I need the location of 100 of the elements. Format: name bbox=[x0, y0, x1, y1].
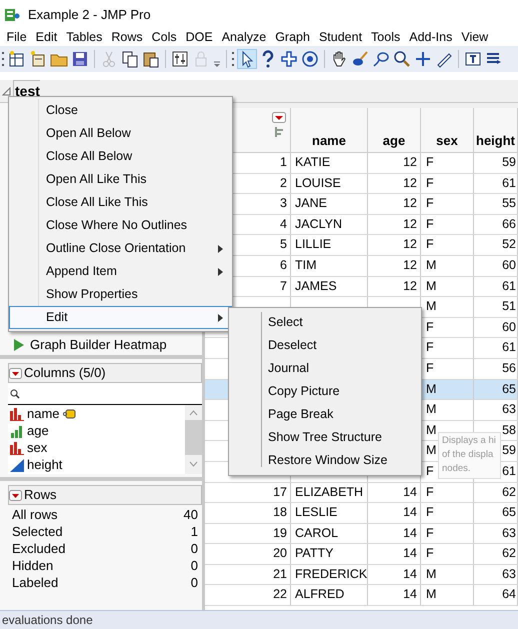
table-cell: 12 bbox=[403, 155, 417, 169]
table-cell: 12 bbox=[403, 196, 417, 210]
copy-icon[interactable] bbox=[121, 50, 139, 68]
menu-item[interactable]: Close bbox=[9, 99, 232, 122]
table-cell: 12 bbox=[403, 237, 417, 252]
row-number: 1 bbox=[280, 155, 287, 169]
menu-item[interactable]: Add-Ins bbox=[404, 29, 457, 46]
menu-item[interactable]: Tables bbox=[62, 29, 107, 46]
table-cell: 14 bbox=[403, 566, 417, 581]
table-cell: TIM bbox=[295, 258, 317, 272]
stat-label: Selected bbox=[12, 523, 63, 539]
column-name[interactable]: sex bbox=[27, 438, 48, 458]
table-cell: F bbox=[426, 216, 434, 231]
table-row[interactable]: 22 ALFRED 14 M 64 bbox=[205, 585, 518, 606]
nominal-icon bbox=[10, 406, 24, 420]
table-row[interactable]: 18 LESLIE 14 F 65 bbox=[205, 503, 518, 524]
script-item[interactable]: Graph Builder Heatmap bbox=[8, 335, 202, 354]
table-cell: F bbox=[426, 464, 434, 478]
lasso-icon[interactable] bbox=[372, 50, 390, 68]
table-cell: 12 bbox=[403, 278, 417, 293]
menu-item[interactable]: Page Break bbox=[229, 403, 421, 426]
table-cell: 52 bbox=[502, 237, 516, 252]
column-header[interactable]: height bbox=[476, 130, 515, 150]
menu-item[interactable]: Analyze bbox=[217, 29, 271, 46]
column-header[interactable]: sex bbox=[436, 130, 458, 150]
paste-icon[interactable] bbox=[142, 50, 160, 68]
target-icon[interactable] bbox=[301, 50, 319, 68]
dropdown-icon[interactable] bbox=[9, 368, 22, 378]
menu-item[interactable]: File bbox=[2, 29, 32, 46]
disclosure-icon[interactable] bbox=[2, 86, 11, 96]
row-number: 20 bbox=[273, 546, 287, 560]
magnifier-icon[interactable] bbox=[393, 50, 411, 68]
table-row[interactable]: 17 ELIZABETH 14 F 62 bbox=[205, 482, 518, 504]
table-cell: KATIE bbox=[295, 155, 330, 169]
ordinal-icon bbox=[10, 424, 24, 438]
menu-item[interactable]: Tools bbox=[366, 29, 405, 46]
menu-item[interactable]: Deselect bbox=[229, 334, 421, 357]
window-title: Example 2 - JMP Pro bbox=[28, 6, 151, 24]
table-cell: M bbox=[426, 422, 436, 437]
table-cell: JAMES bbox=[295, 278, 337, 293]
table-cell: PATTY bbox=[295, 546, 334, 560]
row-number: 21 bbox=[273, 566, 287, 581]
new-table-icon[interactable] bbox=[8, 50, 26, 68]
table-cell: ELIZABETH bbox=[295, 484, 364, 498]
new-script-icon[interactable] bbox=[29, 50, 47, 68]
table-row[interactable]: 19 CAROL 14 F 63 bbox=[205, 524, 518, 544]
column-header[interactable]: name bbox=[312, 130, 346, 150]
table-cell: 62 bbox=[502, 484, 516, 498]
row-number: 17 bbox=[273, 484, 287, 498]
table-cell: JANE bbox=[295, 196, 327, 210]
table-cell: 12 bbox=[403, 176, 417, 190]
menu-item[interactable]: Graph bbox=[270, 29, 314, 46]
table-cell: 51 bbox=[502, 299, 516, 314]
menu-item[interactable]: DOE bbox=[181, 29, 218, 46]
pointer-icon[interactable] bbox=[238, 50, 256, 68]
table-row[interactable]: 20 PATTY 14 F 62 bbox=[205, 544, 518, 565]
menu-item[interactable]: Restore Window Size bbox=[229, 449, 421, 472]
menu-item[interactable]: Show Tree Structure bbox=[229, 426, 421, 449]
menu-item[interactable]: Student bbox=[314, 29, 367, 46]
menu-item[interactable]: Cols bbox=[147, 29, 182, 46]
table-cell: F bbox=[426, 546, 434, 560]
menu-item[interactable]: View bbox=[456, 29, 493, 46]
filter-icon[interactable] bbox=[171, 50, 189, 68]
stat-value: 40 bbox=[184, 506, 198, 522]
table-cell: F bbox=[426, 155, 434, 169]
save-icon[interactable] bbox=[71, 50, 89, 68]
table-cell: M bbox=[426, 258, 436, 272]
menu-item[interactable]: Copy Picture bbox=[229, 380, 421, 403]
row-number: 19 bbox=[273, 526, 287, 540]
search-field[interactable] bbox=[8, 383, 202, 405]
table-cell: M bbox=[426, 278, 436, 293]
menu-item[interactable]: Open All Below bbox=[9, 122, 232, 145]
dropdown-icon[interactable] bbox=[9, 490, 22, 500]
table-cell: 61 bbox=[502, 464, 516, 478]
table-menu-icon[interactable] bbox=[272, 112, 286, 138]
row-number: 4 bbox=[280, 216, 287, 231]
table-cell: 14 bbox=[403, 484, 417, 498]
row-number: 6 bbox=[280, 258, 287, 272]
column-name[interactable]: height bbox=[27, 454, 62, 474]
crosshair-icon[interactable] bbox=[280, 50, 298, 68]
table-cell: M bbox=[426, 299, 436, 314]
menu-item[interactable]: Edit bbox=[9, 306, 232, 329]
menu-item[interactable]: Select bbox=[229, 311, 421, 334]
table-cell: M bbox=[426, 566, 436, 581]
menu-item[interactable]: Journal bbox=[229, 357, 421, 380]
text-box-icon[interactable] bbox=[464, 50, 482, 68]
row-number: 5 bbox=[280, 237, 287, 252]
column-name[interactable]: name bbox=[27, 404, 60, 424]
menu-item[interactable]: Edit bbox=[31, 29, 62, 46]
rows-header[interactable]: Rows bbox=[8, 485, 202, 505]
table-row[interactable]: 21 FREDERICK 14 M 63 bbox=[205, 564, 518, 586]
brush-icon[interactable] bbox=[351, 50, 369, 68]
plus-icon[interactable] bbox=[414, 50, 432, 68]
table-cell: 60 bbox=[502, 258, 516, 272]
status-text: evaluations done bbox=[2, 612, 93, 629]
column-header[interactable]: age bbox=[382, 130, 406, 150]
table-cell: M bbox=[426, 402, 436, 416]
menu-item[interactable]: Rows bbox=[106, 29, 148, 46]
columns-header[interactable]: Columns (5/0) bbox=[8, 363, 202, 383]
column-name[interactable]: age bbox=[27, 420, 49, 440]
